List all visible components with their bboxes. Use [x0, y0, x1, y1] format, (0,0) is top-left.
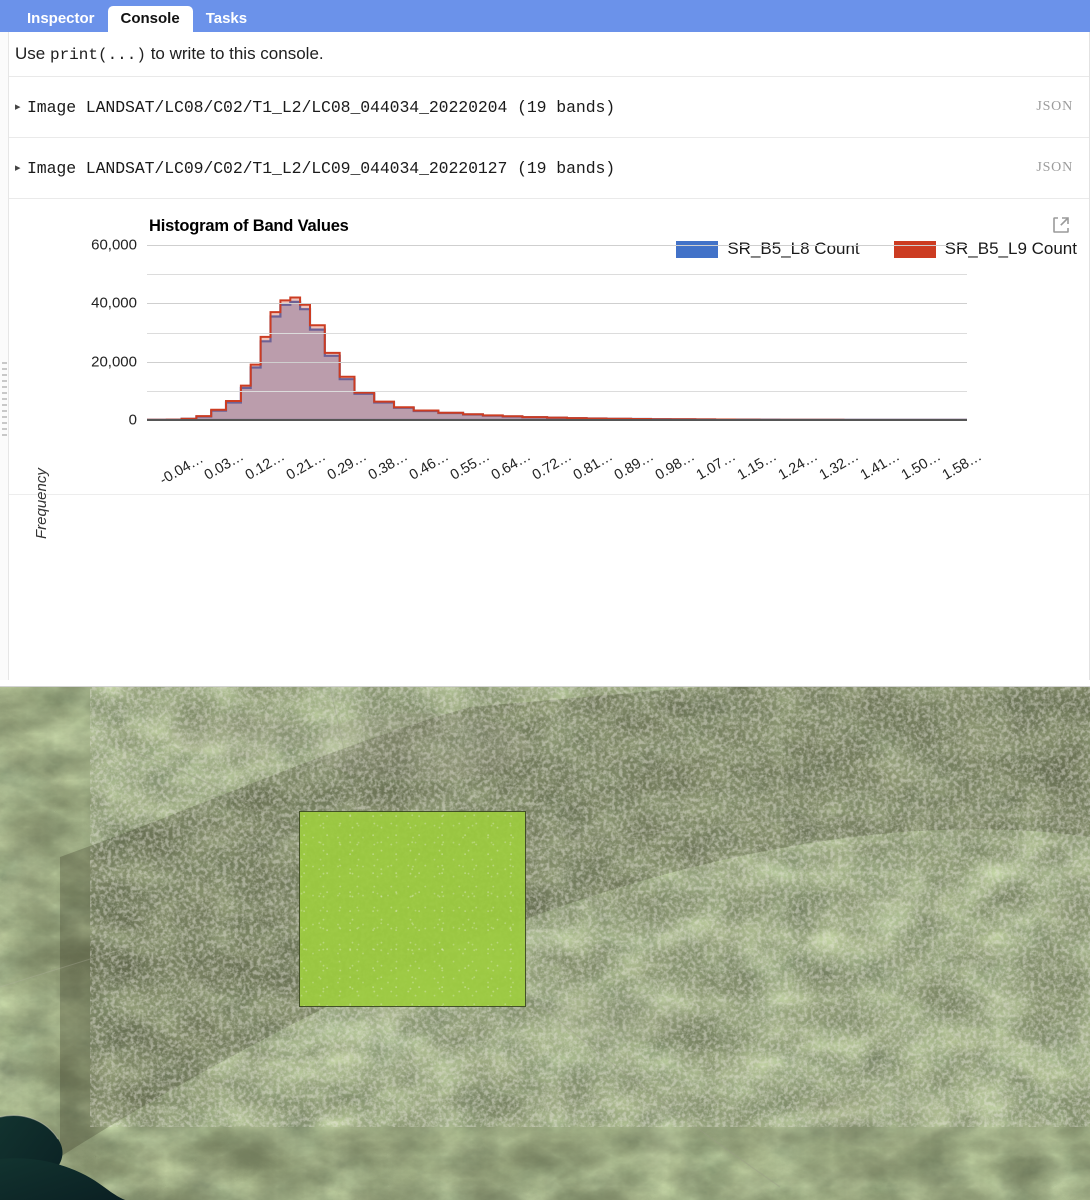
earth-engine-code-editor: Inspector Console Tasks Use print(...) t…	[0, 0, 1090, 1200]
x-axis-line	[147, 419, 967, 421]
chart-gridline-major	[147, 245, 967, 246]
x-axis-tick-label: 0.03…	[201, 448, 247, 484]
chart-gridline-minor	[147, 274, 967, 276]
tab-console[interactable]: Console	[107, 6, 193, 32]
x-axis-tick-label: 0.98…	[652, 448, 698, 484]
image-overlay-rectangle[interactable]	[299, 811, 526, 1007]
y-axis-title: Frequency	[33, 468, 50, 539]
x-axis-tick-label: 0.72…	[529, 448, 575, 484]
console-hint: Use print(...) to write to this console.	[9, 32, 1089, 77]
y-axis-tick-label: 20,000	[91, 353, 137, 371]
disclosure-triangle-icon[interactable]: ▸	[15, 101, 27, 113]
console-empty-space	[9, 495, 1089, 685]
tab-tasks[interactable]: Tasks	[193, 6, 260, 32]
chart-gridline-minor	[147, 332, 967, 334]
console-log-row[interactable]: ▸ Image LANDSAT/LC08/C02/T1_L2/LC08_0440…	[9, 77, 1089, 138]
map-panel[interactable]: #9dcc3f Layers Map Satellite	[0, 686, 1090, 1200]
x-axis-tick-label: 1.24…	[775, 448, 821, 484]
disclosure-triangle-icon[interactable]: ▸	[15, 162, 27, 174]
x-axis-tick-label: 0.21…	[283, 448, 329, 484]
x-axis-tick-label: 1.32…	[816, 448, 862, 484]
x-axis-tick-label: 0.29…	[324, 448, 370, 484]
chart-gridline-major	[147, 303, 967, 305]
console-log-row[interactable]: ▸ Image LANDSAT/LC09/C02/T1_L2/LC09_0440…	[9, 138, 1089, 199]
panel-resize-handle[interactable]	[2, 362, 7, 440]
console-log-text: Image LANDSAT/LC09/C02/T1_L2/LC09_044034…	[27, 158, 616, 178]
x-axis-tick-label: 0.89…	[611, 448, 657, 484]
y-axis-tick-label: 0	[128, 411, 137, 429]
x-axis-tick-label: 0.64…	[488, 448, 534, 484]
x-axis-tick-label: -0.04…	[156, 450, 206, 489]
console-hint-suffix: to write to this console.	[145, 44, 324, 63]
tab-inspector[interactable]: Inspector	[14, 6, 108, 32]
y-axis-ticks: 0 20,000 40,000 60,000	[49, 199, 137, 495]
chart-gridline-major	[147, 361, 967, 363]
chart-gridline-minor	[147, 390, 967, 392]
x-axis-tick-label: 1.58…	[939, 448, 985, 484]
x-axis-tick-label: 0.81…	[570, 448, 616, 484]
x-axis-tick-label: 0.46…	[406, 448, 452, 484]
y-axis-tick-label: 40,000	[91, 294, 137, 312]
console-hint-code: print(...)	[49, 46, 146, 64]
console-log-text: Image LANDSAT/LC08/C02/T1_L2/LC08_044034…	[27, 97, 616, 117]
console-left-gutter	[0, 32, 9, 680]
panel-tabbar: Inspector Console Tasks	[0, 0, 1090, 32]
x-axis-tick-label: 0.38…	[365, 448, 411, 484]
y-axis-tick-label: 60,000	[91, 236, 137, 254]
histogram-chart-card: Histogram of Band Values SR_B5_L8 Count …	[9, 199, 1090, 540]
x-axis-tick-label: 1.50…	[898, 448, 944, 484]
console-hint-prefix: Use	[15, 44, 50, 63]
x-axis-tick-label: 1.41…	[857, 448, 903, 484]
json-link[interactable]: JSON	[1036, 160, 1073, 176]
satellite-imagery	[0, 687, 1090, 1200]
x-axis-tick-label: 0.55…	[447, 448, 493, 484]
x-axis-tick-label: 1.07…	[693, 448, 739, 484]
x-axis-ticks: -0.04… 0.03… 0.12… 0.21… 0.29… 0.38… 0.46… 0.55…	[147, 427, 985, 489]
console-body: Use print(...) to write to this console.…	[9, 32, 1090, 685]
console-panel: Inspector Console Tasks Use print(...) t…	[0, 0, 1090, 686]
json-link[interactable]: JSON	[1036, 99, 1073, 115]
x-axis-tick-label: 1.15…	[734, 448, 780, 484]
x-axis-tick-label: 0.12…	[242, 448, 288, 484]
chart-plot-wrap: Frequency 0 20,000 40,000 60,000 -0.04… 0.03…	[9, 199, 1090, 540]
